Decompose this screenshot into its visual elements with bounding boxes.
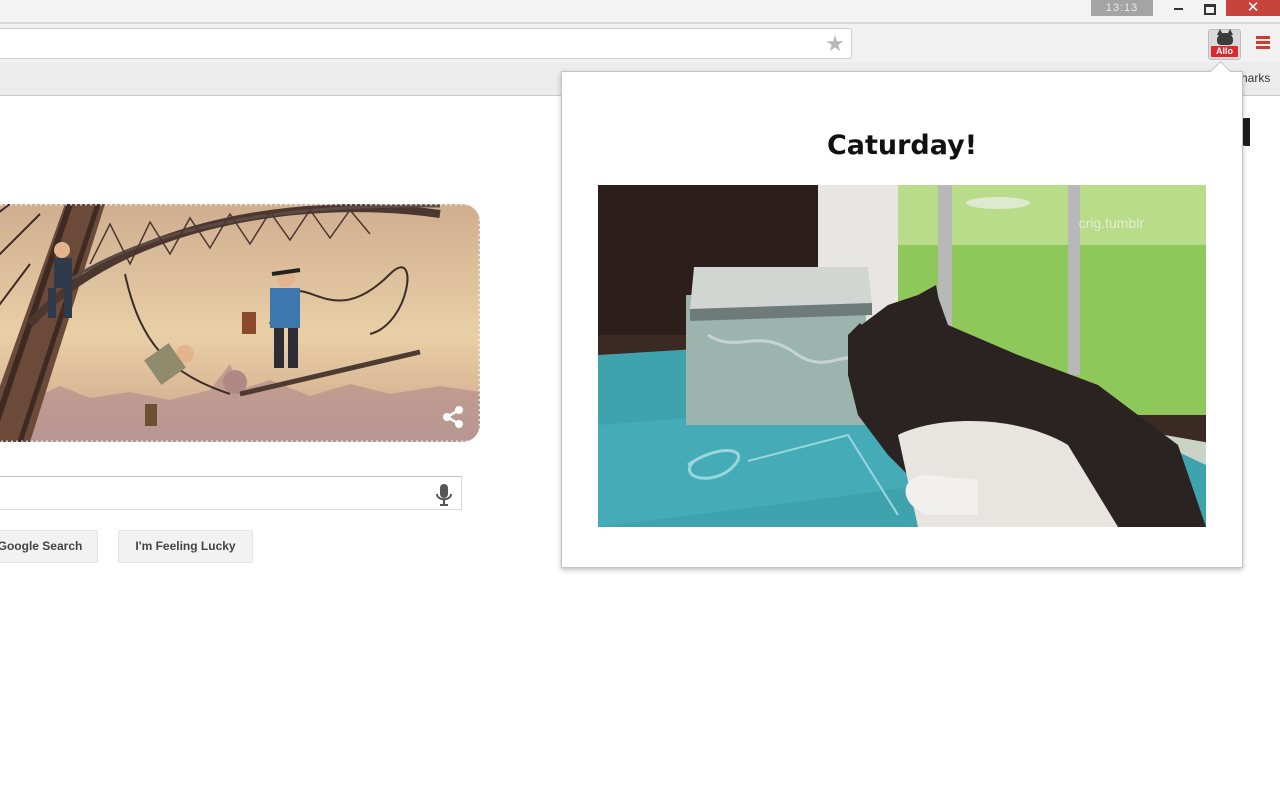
extension-popup: Caturday! crig.tumblr: [561, 71, 1243, 568]
cat-icon: [1217, 29, 1233, 45]
browser-toolbar: ★ Allo: [0, 24, 1280, 62]
minimize-button[interactable]: [1168, 0, 1190, 17]
address-bar[interactable]: ★: [0, 28, 852, 59]
google-search-button[interactable]: Google Search: [0, 530, 98, 563]
cat-gif-illustration: [598, 185, 1206, 527]
popup-title: Caturday!: [826, 130, 978, 161]
extension-badge: Allo: [1211, 46, 1238, 57]
microphone-icon[interactable]: [433, 483, 455, 507]
window-badge: 13:13: [1091, 0, 1153, 16]
close-button[interactable]: ✕: [1226, 0, 1280, 16]
window-titlebar: 13:13 ✕: [0, 0, 1280, 24]
search-input[interactable]: [0, 476, 462, 510]
doodle-illustration: [0, 204, 480, 442]
other-bookmarks-label[interactable]: harks: [1241, 71, 1270, 85]
hamburger-menu-icon[interactable]: [1256, 36, 1270, 50]
share-icon[interactable]: [440, 404, 466, 430]
star-icon[interactable]: ★: [823, 32, 847, 56]
feeling-lucky-button[interactable]: I'm Feeling Lucky: [118, 530, 253, 563]
cat-gif: crig.tumblr: [598, 185, 1206, 527]
image-watermark: crig.tumblr: [1078, 215, 1144, 231]
google-doodle[interactable]: [0, 204, 480, 442]
caturday-extension-button[interactable]: Allo: [1208, 29, 1241, 60]
restore-button[interactable]: [1196, 0, 1220, 17]
